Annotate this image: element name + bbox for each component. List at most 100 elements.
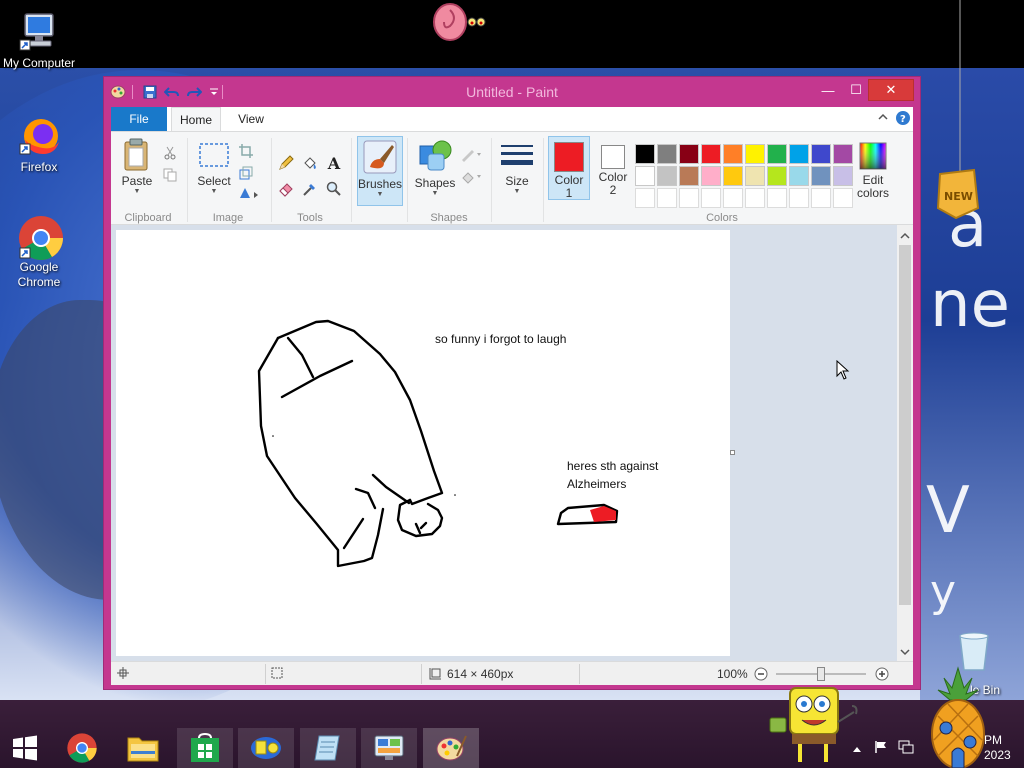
close-button[interactable]: ✕ [868,79,914,101]
scroll-up-icon[interactable] [900,229,910,243]
eraser-icon[interactable] [277,180,295,198]
scrollbar-thumb[interactable] [899,245,911,605]
shapes-label: Shapes [414,176,456,190]
taskbar: PM 2023 [0,666,1024,768]
palette-swatch[interactable] [635,166,655,186]
group-separator [187,138,188,222]
network-icon[interactable] [898,740,914,757]
system-clock[interactable]: PM 2023 [984,733,1011,763]
palette-swatch[interactable] [833,144,853,164]
action-center-flag-icon[interactable] [874,740,888,757]
palette-swatch[interactable] [811,144,831,164]
chrome-icon [66,732,98,764]
fill-bucket-icon[interactable] [301,154,319,172]
title-bar[interactable]: Untitled - Paint — ☐ ✕ [104,77,920,107]
folder-icon [127,734,159,762]
palette-swatch[interactable] [767,166,787,186]
palette-swatch[interactable] [723,144,743,164]
scroll-down-icon[interactable] [900,645,910,659]
taskbar-store[interactable] [177,728,233,768]
collapse-ribbon-icon[interactable] [877,111,889,126]
magnifier-icon[interactable] [325,180,343,198]
wallpaper-letter: y [930,566,957,617]
cursor-position-icon [117,667,129,679]
color1-button[interactable]: Color 1 [548,136,590,200]
palette-swatch[interactable] [833,166,853,186]
custom-color-slot[interactable] [635,188,655,208]
custom-color-slot[interactable] [723,188,743,208]
custom-color-slot[interactable] [657,188,677,208]
taskbar-notes-app[interactable] [300,728,356,768]
palette-swatch[interactable] [701,144,721,164]
palette-swatch[interactable] [767,144,787,164]
taskbar-file-explorer[interactable] [115,728,171,768]
edit-colors-button[interactable]: Edit colors [851,142,895,200]
custom-color-slot[interactable] [767,188,787,208]
maximize-button[interactable]: ☐ [844,79,868,101]
drawing-canvas[interactable]: so funny i forgot to laugh heres sth aga… [116,230,730,656]
palette-swatch[interactable] [657,144,677,164]
paint-window: Untitled - Paint — ☐ ✕ File Home View ? … [103,76,921,690]
palette-swatch[interactable] [745,144,765,164]
hanging-string [958,0,962,178]
minimize-button[interactable]: — [816,79,840,101]
tray-overflow-icon[interactable] [852,742,862,756]
size-button[interactable]: Size ▼ [497,142,537,196]
brushes-button[interactable]: Brushes ▼ [357,136,403,206]
ribbon-tabs: File Home View ? [111,107,913,131]
brush-icon [358,137,402,177]
tab-view[interactable]: View [231,107,271,131]
select-button[interactable]: Select ▼ [193,142,235,196]
color2-button[interactable]: Color 2 [593,136,633,200]
zoom-in-icon[interactable] [875,667,889,684]
palette-swatch[interactable] [701,166,721,186]
paste-button[interactable]: Paste ▼ [117,138,157,196]
cut-icon[interactable] [161,144,179,162]
clipboard-icon [117,138,157,174]
outline-icon[interactable] [459,146,485,164]
palette-swatch[interactable] [789,166,809,186]
control-panel-icon [373,734,405,762]
custom-color-slot[interactable] [789,188,809,208]
taskbar-control-panel[interactable] [361,728,417,768]
zoom-slider-thumb[interactable] [817,667,825,681]
custom-color-slot[interactable] [745,188,765,208]
custom-color-slot[interactable] [679,188,699,208]
help-icon[interactable]: ? [895,110,911,129]
palette-swatch[interactable] [635,144,655,164]
vertical-scrollbar[interactable] [897,225,913,661]
taskbar-paint[interactable] [423,728,479,768]
desktop-icon-chrome[interactable]: Google Chrome [0,214,79,290]
fill-icon[interactable] [459,168,485,186]
paint-client: File Home View ? Paste ▼ Clipboard Selec… [111,107,913,685]
tab-home[interactable]: Home [171,107,221,131]
group-separator [271,138,272,222]
resize-icon[interactable] [237,164,255,182]
canvas-resize-handle[interactable] [730,450,735,455]
desktop-icon-firefox[interactable]: Firefox [0,114,79,175]
palette-swatch[interactable] [745,166,765,186]
palette-swatch[interactable] [811,166,831,186]
start-button[interactable] [0,728,50,768]
palette-swatch[interactable] [679,144,699,164]
custom-color-slot[interactable] [833,188,853,208]
custom-color-slot[interactable] [811,188,831,208]
palette-swatch[interactable] [789,144,809,164]
custom-color-slot[interactable] [701,188,721,208]
brushes-label: Brushes [358,177,403,191]
rotate-icon[interactable] [237,184,263,202]
palette-swatch[interactable] [657,166,677,186]
taskbar-spongebob-app[interactable] [238,728,294,768]
canvas-text-note1: so funny i forgot to laugh [435,332,567,346]
crop-icon[interactable] [237,142,255,160]
copy-icon[interactable] [161,166,179,184]
taskbar-chrome[interactable] [54,728,110,768]
desktop-icon-my-computer[interactable]: My Computer [0,10,79,71]
tab-file[interactable]: File [111,107,167,131]
text-tool-icon[interactable]: A [325,154,343,173]
pencil-icon[interactable] [277,154,295,172]
shapes-button[interactable]: Shapes ▼ [413,138,457,198]
palette-swatch[interactable] [679,166,699,186]
color-picker-icon[interactable] [301,180,319,198]
palette-swatch[interactable] [723,166,743,186]
